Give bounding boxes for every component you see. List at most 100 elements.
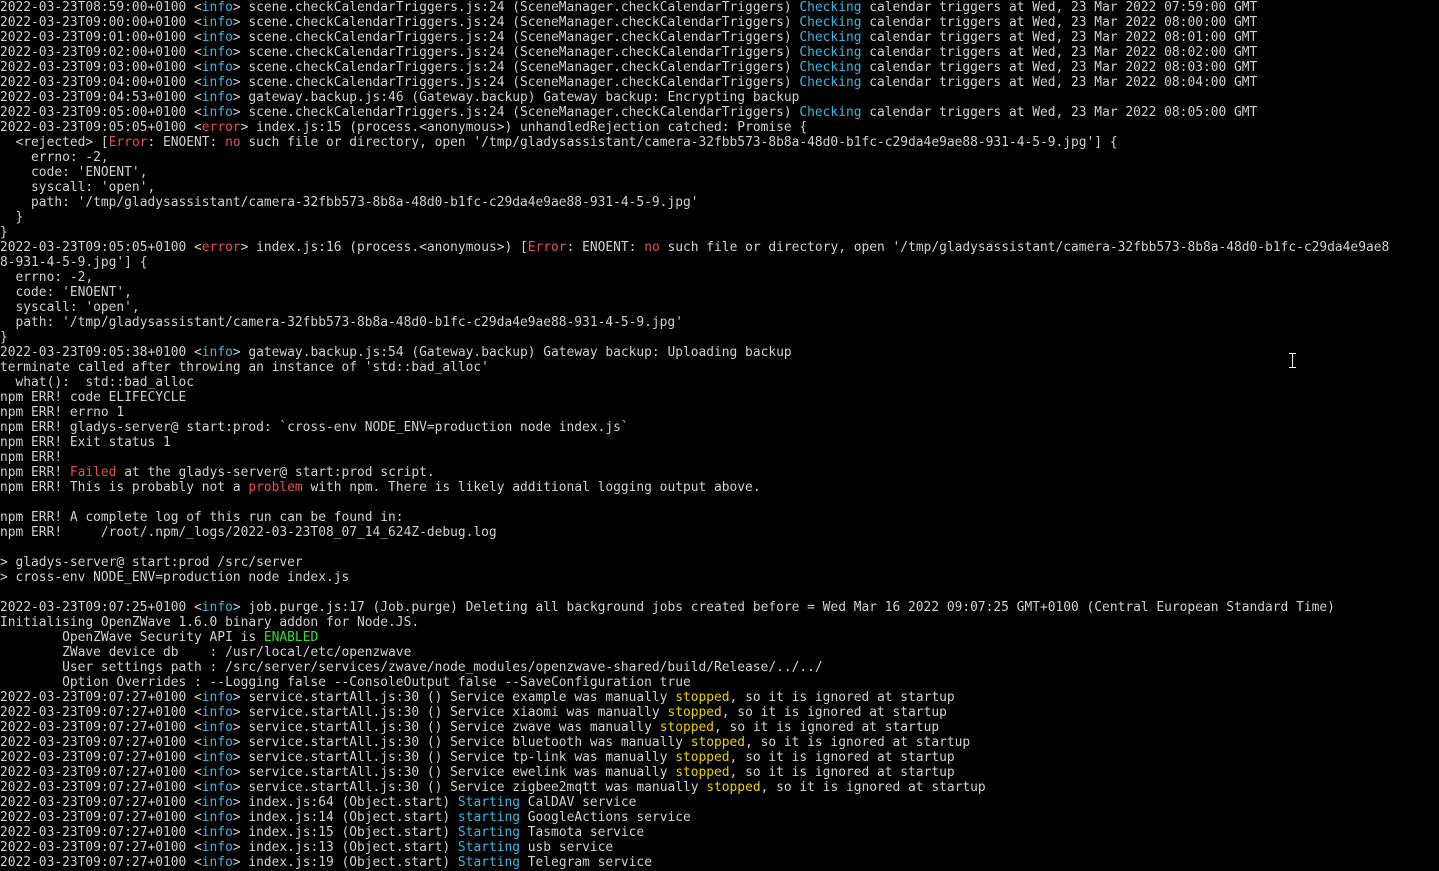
log-segment: Error <box>527 240 567 255</box>
log-segment: > gateway.backup.js:46 (Gateway.backup) … <box>232 90 800 105</box>
log-segment: npm ERR! /root/.npm/_logs/2022-03-23T08_… <box>0 525 497 540</box>
log-segment: info <box>201 720 233 735</box>
log-segment: info <box>201 60 233 75</box>
log-segment: info <box>201 30 233 45</box>
log-segment: > service.startAll.js:30 () Service zwav… <box>232 720 660 735</box>
log-segment: errno: -2, <box>0 150 109 165</box>
log-segment: calendar triggers at Wed, 23 Mar 2022 07… <box>861 0 1258 15</box>
log-segment: code: 'ENOENT', <box>0 165 148 180</box>
log-segment: , so it is ignored at startup <box>729 765 955 780</box>
terminal-line: 2022-03-23T09:07:25+0100 <info> job.purg… <box>0 596 1439 615</box>
log-segment: info <box>201 690 233 705</box>
log-segment: User settings path : /src/server/service… <box>0 660 823 675</box>
log-segment: calendar triggers at Wed, 23 Mar 2022 08… <box>861 15 1258 30</box>
log-segment: stopped <box>667 705 722 720</box>
log-segment: > index.js:15 (process.<anonymous>) unha… <box>240 120 808 135</box>
log-segment: : ENOENT: <box>147 135 226 150</box>
log-segment: > service.startAll.js:30 () Service exam… <box>232 690 676 705</box>
log-segment: npm ERR! gladys-server@ start:prod: `cro… <box>0 420 629 435</box>
log-segment: info <box>201 795 233 810</box>
log-segment: with npm. There is likely additional log… <box>302 480 761 495</box>
log-segment: npm ERR! This is probably not a <box>0 480 249 495</box>
log-segment: Error <box>108 135 148 150</box>
log-segment: } <box>0 330 8 345</box>
log-segment: , so it is ignored at startup <box>721 705 947 720</box>
log-segment: Starting <box>457 825 521 840</box>
log-segment: 2022-03-23T09:07:27+0100 < <box>0 750 202 765</box>
log-segment: , so it is ignored at startup <box>760 780 986 795</box>
log-segment: stopped <box>675 750 730 765</box>
log-segment: > index.js:14 (Object.start) <box>232 810 458 825</box>
log-segment: info <box>201 75 233 90</box>
log-segment: error <box>201 120 241 135</box>
log-segment: 2022-03-23T08:59:00+0100 < <box>0 0 202 15</box>
log-segment: stopped <box>675 765 730 780</box>
log-segment: Checking <box>799 0 862 15</box>
log-segment: > index.js:13 (Object.start) <box>232 840 458 855</box>
log-segment: > index.js:19 (Object.start) <box>232 855 458 870</box>
log-segment: GoogleActions service <box>520 810 691 825</box>
log-segment: > gateway.backup.js:54 (Gateway.backup) … <box>232 345 792 360</box>
log-segment: > index.js:16 (process.<anonymous>) [ <box>240 240 528 255</box>
log-segment: ZWave device db : /usr/local/etc/openzwa… <box>0 645 412 660</box>
log-segment: info <box>201 15 233 30</box>
log-segment: > job.purge.js:17 (Job.purge) Deleting a… <box>232 600 1335 615</box>
log-segment: 2022-03-23T09:07:27+0100 < <box>0 840 202 855</box>
log-segment: Checking <box>799 45 862 60</box>
log-segment: errno: -2, <box>0 270 94 285</box>
log-segment: , so it is ignored at startup <box>729 750 955 765</box>
log-segment: Checking <box>799 30 862 45</box>
log-segment: Starting <box>457 840 521 855</box>
log-segment: Starting <box>457 855 521 870</box>
log-segment: 8-931-4-5-9.jpg'] { <box>0 255 148 270</box>
log-segment: 2022-03-23T09:07:25+0100 < <box>0 600 202 615</box>
log-segment: info <box>201 345 233 360</box>
log-segment: info <box>201 765 233 780</box>
log-segment: 2022-03-23T09:05:00+0100 < <box>0 105 202 120</box>
log-segment: 2022-03-23T09:07:27+0100 < <box>0 810 202 825</box>
log-segment: 2022-03-23T09:07:27+0100 < <box>0 735 202 750</box>
log-segment: CalDAV service <box>520 795 637 810</box>
log-segment: usb service <box>520 840 614 855</box>
log-segment: 2022-03-23T09:05:05+0100 < <box>0 120 202 135</box>
log-segment: 2022-03-23T09:00:00+0100 < <box>0 15 202 30</box>
log-segment: > service.startAll.js:30 () Service blue… <box>232 735 691 750</box>
log-segment: 2022-03-23T09:07:27+0100 < <box>0 780 202 795</box>
log-segment: 2022-03-23T09:05:38+0100 < <box>0 345 202 360</box>
log-segment: 2022-03-23T09:02:00+0100 < <box>0 45 202 60</box>
log-segment: starting <box>457 810 521 825</box>
log-segment: 2022-03-23T09:07:27+0100 < <box>0 705 202 720</box>
log-segment: Option Overrides : --Logging false --Con… <box>0 675 691 690</box>
log-segment: stopped <box>690 735 746 750</box>
terminal-line: 2022-03-23T09:05:05+0100 <error> index.j… <box>0 236 1439 255</box>
terminal-line: 2022-03-23T08:59:00+0100 <info> scene.ch… <box>0 0 1439 15</box>
log-segment: Initialising OpenZWave 1.6.0 binary addo… <box>0 615 420 630</box>
log-segment: npm ERR! <box>0 450 63 465</box>
log-segment: info <box>201 780 233 795</box>
log-segment: info <box>201 840 233 855</box>
log-segment: 2022-03-23T09:05:05+0100 < <box>0 240 202 255</box>
log-segment: no <box>225 135 241 150</box>
log-segment: Checking <box>799 75 862 90</box>
log-segment: npm ERR! errno 1 <box>0 405 125 420</box>
log-segment: npm ERR! <box>0 465 70 480</box>
log-segment: Starting <box>457 795 521 810</box>
log-segment: syscall: 'open', <box>0 180 156 195</box>
log-segment: OpenZWave Security API is <box>0 630 264 645</box>
log-segment: calendar triggers at Wed, 23 Mar 2022 08… <box>861 30 1258 45</box>
log-segment: ENABLED <box>263 630 319 645</box>
log-segment: 2022-03-23T09:04:00+0100 < <box>0 75 202 90</box>
log-segment: Checking <box>799 15 862 30</box>
log-segment: code: 'ENOENT', <box>0 285 132 300</box>
log-segment: npm ERR! Exit status 1 <box>0 435 171 450</box>
log-segment: > index.js:15 (Object.start) <box>232 825 458 840</box>
log-segment: no <box>644 240 660 255</box>
log-segment: info <box>201 735 233 750</box>
log-segment: 2022-03-23T09:04:53+0100 < <box>0 90 202 105</box>
log-segment: path: '/tmp/gladysassistant/camera-32fbb… <box>0 315 683 330</box>
log-segment: : ENOENT: <box>566 240 645 255</box>
terminal-output[interactable]: 2022-03-23T08:59:00+0100 <info> scene.ch… <box>0 0 1439 871</box>
log-segment: info <box>201 600 233 615</box>
log-segment: <rejected> [ <box>0 135 109 150</box>
log-segment: calendar triggers at Wed, 23 Mar 2022 08… <box>861 75 1258 90</box>
